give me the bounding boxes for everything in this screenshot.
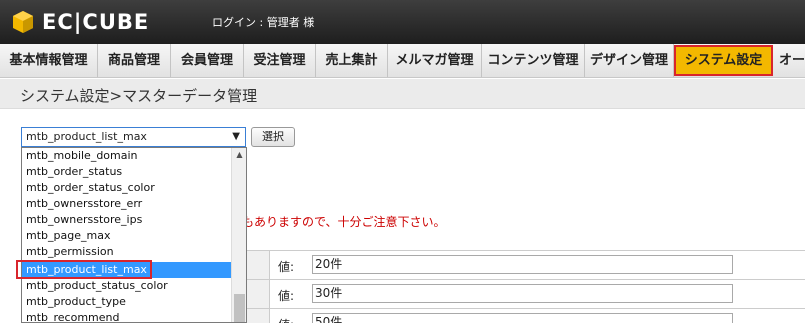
- nav-system-settings[interactable]: システム設定: [674, 45, 773, 76]
- dropdown-scrollbar[interactable]: ▲: [231, 148, 246, 322]
- nav-orders[interactable]: 受注管理: [244, 44, 316, 77]
- nav-basic-info[interactable]: 基本情報管理: [0, 44, 98, 77]
- dropdown-arrow-icon[interactable]: ▼: [232, 128, 240, 146]
- select-button[interactable]: 選択: [251, 127, 295, 147]
- dropdown-list[interactable]: mtb_mobile_domain mtb_order_status mtb_o…: [21, 147, 247, 323]
- nav-contents[interactable]: コンテンツ管理: [482, 44, 585, 77]
- nav-more[interactable]: オー: [775, 44, 805, 77]
- scroll-up-arrow-icon[interactable]: ▲: [232, 148, 246, 162]
- nav-sales[interactable]: 売上集計: [316, 44, 388, 77]
- main-nav: 基本情報管理 商品管理 会員管理 受注管理 売上集計 メルマガ管理 コンテンツ管…: [0, 44, 805, 78]
- selection-highlight-frame: [16, 260, 152, 279]
- dropdown-option[interactable]: mtb_mobile_domain: [22, 148, 232, 164]
- ec-cube-logo[interactable]: EC|CUBE: [10, 8, 149, 36]
- table-row: 値: 20件: [232, 250, 805, 279]
- app-header: EC|CUBE ログイン : 管理者 様: [0, 0, 805, 44]
- page-title-bar: システム設定>マスターデータ管理: [0, 79, 805, 109]
- logo-text: EC|CUBE: [42, 10, 150, 34]
- dropdown-option[interactable]: mtb_order_status: [22, 164, 232, 180]
- value-label: 値:: [278, 260, 295, 274]
- nav-mail-magazine[interactable]: メルマガ管理: [388, 44, 482, 77]
- warning-notice: 合もありますので、十分ご注意下さい。: [230, 215, 446, 229]
- dropdown-option[interactable]: mtb_permission: [22, 244, 232, 260]
- value-label: 値:: [278, 289, 295, 303]
- dropdown-option[interactable]: mtb_recommend: [22, 310, 232, 322]
- nav-members[interactable]: 会員管理: [171, 44, 244, 77]
- value-label: 値:: [278, 316, 294, 323]
- value-input[interactable]: 20件: [312, 255, 733, 274]
- dropdown-option[interactable]: mtb_page_max: [22, 228, 232, 244]
- page-title: システム設定>マスターデータ管理: [20, 87, 258, 105]
- select-value: mtb_product_list_max: [26, 130, 147, 143]
- table-row: 値: 30件: [232, 279, 805, 308]
- nav-design[interactable]: デザイン管理: [585, 44, 674, 77]
- nav-products[interactable]: 商品管理: [98, 44, 171, 77]
- value-input[interactable]: 50件: [312, 313, 733, 323]
- scrollbar-thumb[interactable]: [234, 294, 245, 322]
- dropdown-option[interactable]: mtb_ownersstore_err: [22, 196, 232, 212]
- dropdown-option[interactable]: mtb_product_status_color: [22, 278, 232, 294]
- dropdown-option[interactable]: mtb_order_status_color: [22, 180, 232, 196]
- login-status: ログイン : 管理者 様: [212, 16, 315, 29]
- value-input[interactable]: 30件: [312, 284, 733, 303]
- table-row: 値: 50件: [232, 308, 805, 323]
- dropdown-option[interactable]: mtb_product_type: [22, 294, 232, 310]
- cube-logo-icon: [10, 9, 36, 35]
- master-data-select[interactable]: mtb_product_list_max ▼: [21, 127, 246, 147]
- dropdown-option[interactable]: mtb_ownersstore_ips: [22, 212, 232, 228]
